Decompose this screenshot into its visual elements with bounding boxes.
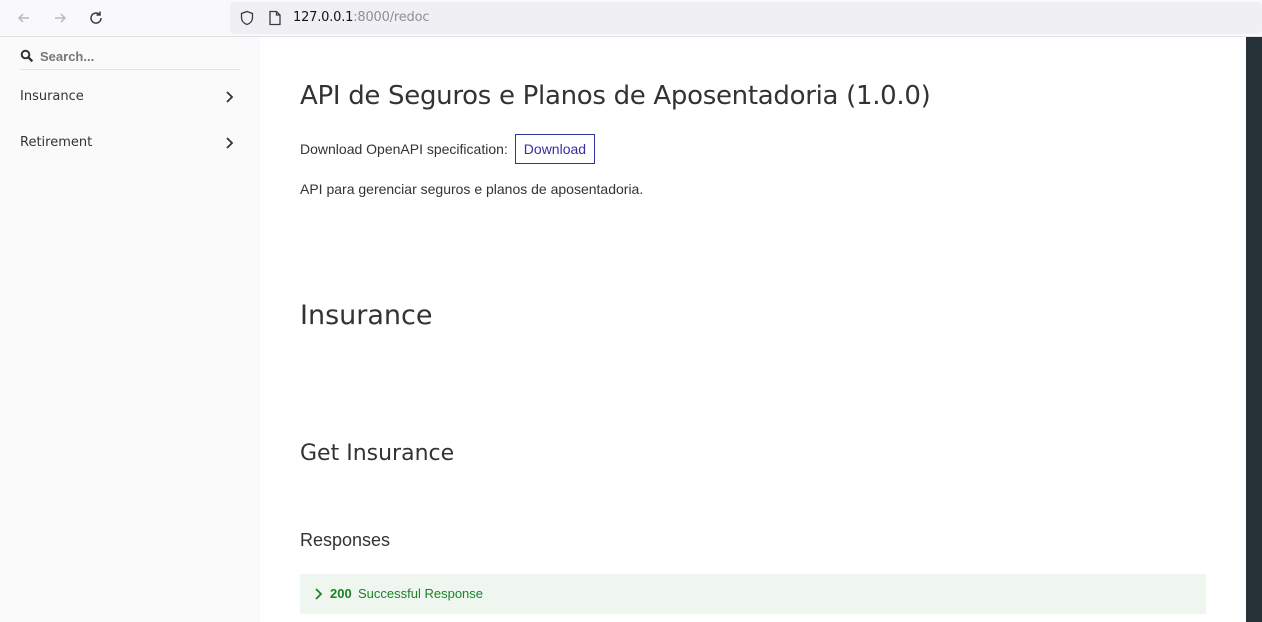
sidebar-item-insurance[interactable]: Insurance	[0, 82, 260, 112]
operation-title: Get Insurance	[300, 441, 455, 466]
response-code: 200	[330, 586, 352, 601]
api-description: API para gerenciar seguros e planos de a…	[300, 181, 644, 197]
forward-button[interactable]	[48, 6, 72, 30]
download-button[interactable]: Download	[514, 134, 596, 164]
download-row: Download OpenAPI specification: Download	[300, 134, 596, 164]
forward-icon	[55, 13, 67, 23]
search-input[interactable]	[40, 47, 236, 65]
page-icon	[269, 10, 281, 26]
search-box	[20, 47, 240, 70]
shield-icon[interactable]	[239, 10, 255, 26]
right-panel	[1246, 37, 1262, 622]
sidebar-item-retirement[interactable]: Retirement	[0, 128, 260, 158]
reload-button[interactable]	[84, 6, 108, 30]
responses-title: Responses	[300, 530, 391, 550]
url-path: :8000/redoc	[353, 10, 430, 25]
browser-toolbar: 127.0.0.1:8000/redoc	[0, 0, 1262, 37]
chevron-right-icon	[226, 91, 234, 103]
download-label: Download OpenAPI specification:	[300, 141, 508, 157]
section-title: Insurance	[300, 300, 433, 331]
response-200-row[interactable]: 200 Successful Response	[300, 574, 1206, 614]
url-bar[interactable]: 127.0.0.1:8000/redoc	[230, 2, 1262, 34]
url-host: 127.0.0.1	[293, 10, 354, 25]
sidebar-item-label: Insurance	[20, 89, 84, 104]
response-text: Successful Response	[358, 586, 484, 601]
url-text[interactable]: 127.0.0.1:8000/redoc	[293, 10, 429, 25]
sidebar-item-label: Retirement	[20, 135, 93, 150]
reload-icon	[90, 11, 102, 24]
chevron-right-icon	[226, 137, 234, 149]
page-title: API de Seguros e Planos de Aposentadoria…	[300, 81, 931, 111]
sidebar: Insurance Retirement	[0, 37, 260, 622]
main-content: API de Seguros e Planos de Aposentadoria…	[260, 37, 1246, 622]
search-icon	[20, 49, 34, 63]
chevron-right-icon	[315, 588, 323, 600]
back-icon	[17, 13, 29, 23]
back-button[interactable]	[12, 6, 36, 30]
